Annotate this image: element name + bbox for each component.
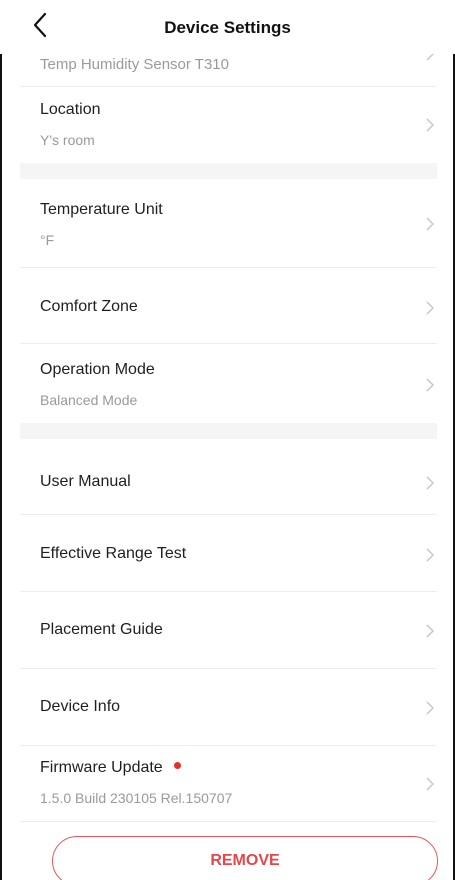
device-info-row[interactable]: Device Info: [20, 669, 437, 746]
remove-button[interactable]: REMOVE: [52, 836, 438, 880]
effective-range-test-label: Effective Range Test: [40, 545, 187, 562]
chevron-right-icon: [426, 548, 435, 562]
header: Device Settings: [0, 0, 455, 54]
effective-range-test-row[interactable]: Effective Range Test: [20, 515, 437, 592]
firmware-version-value: 1.5.0 Build 230105 Rel.150707: [40, 790, 233, 806]
update-available-dot: [173, 762, 181, 769]
chevron-right-icon: [426, 701, 435, 715]
device-name-value: Temp Humidity Sensor T310: [40, 56, 229, 73]
firmware-update-row[interactable]: Firmware Update 1.5.0 Build 230105 Rel.1…: [20, 746, 437, 822]
temperature-unit-value: °F: [40, 232, 55, 248]
page-title: Device Settings: [164, 18, 291, 37]
operation-mode-label: Operation Mode: [40, 361, 155, 378]
chevron-right-icon: [426, 217, 435, 231]
user-manual-row[interactable]: User Manual: [20, 439, 437, 515]
placement-guide-label: Placement Guide: [40, 621, 163, 638]
user-manual-label: User Manual: [40, 473, 131, 490]
device-settings-screen: Device Settings Temp Humidity Sensor T31…: [0, 0, 455, 880]
chevron-right-icon: [426, 476, 435, 490]
device-info-label: Device Info: [40, 698, 121, 715]
location-label: Location: [40, 101, 101, 118]
chevron-right-icon: [426, 118, 435, 132]
section-divider: [20, 163, 437, 179]
chevron-right-icon: [426, 624, 435, 638]
chevron-right-icon: [426, 777, 435, 791]
operation-mode-row[interactable]: Operation Mode Balanced Mode: [20, 344, 437, 423]
operation-mode-value: Balanced Mode: [40, 392, 138, 408]
temperature-unit-row[interactable]: Temperature Unit °F: [20, 179, 437, 268]
location-row[interactable]: Location Y's room: [20, 87, 437, 163]
screen-edge-left: [0, 0, 2, 880]
comfort-zone-row[interactable]: Comfort Zone: [20, 268, 437, 344]
firmware-update-label: Firmware Update: [40, 759, 163, 776]
chevron-right-icon: [426, 301, 435, 315]
temperature-unit-label: Temperature Unit: [40, 201, 163, 218]
firmware-update-label-wrap: Firmware Update: [40, 759, 181, 777]
location-value: Y's room: [40, 132, 95, 148]
remove-button-wrap: REMOVE: [52, 836, 438, 880]
comfort-zone-label: Comfort Zone: [40, 298, 138, 315]
settings-list: Temp Humidity Sensor T310 Location Y's r…: [20, 32, 437, 822]
chevron-right-icon: [426, 378, 435, 392]
placement-guide-row[interactable]: Placement Guide: [20, 592, 437, 669]
section-divider: [20, 423, 437, 439]
